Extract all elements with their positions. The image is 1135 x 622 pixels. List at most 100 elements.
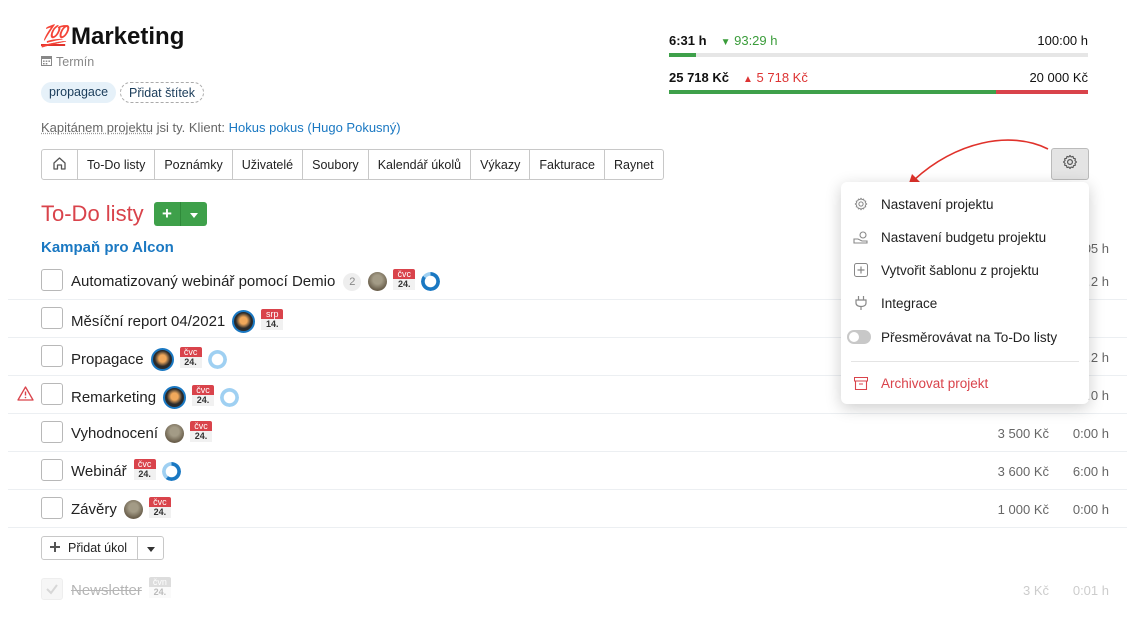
task-name: Měsíční report 04/2021 srp 14. (71, 308, 286, 333)
captain-label: Kapitánem projektu (41, 120, 154, 135)
money-progress-fill (669, 90, 996, 94)
avatar[interactable] (123, 500, 143, 519)
due-date[interactable]: čvc 24. (393, 268, 416, 291)
money-hand-icon (841, 230, 881, 244)
tab-reports[interactable]: Výkazy (471, 150, 531, 179)
plus-icon (50, 541, 60, 555)
avatar[interactable] (150, 348, 174, 371)
time-remaining: ▼ 93:29 h (720, 33, 778, 48)
deadline[interactable]: Termín (41, 55, 94, 69)
tab-notes[interactable]: Poznámky (155, 150, 233, 179)
task-checkbox[interactable] (41, 497, 63, 519)
menu-label: Nastavení projektu (881, 196, 994, 212)
task-checkbox[interactable] (41, 383, 63, 405)
avatar[interactable] (163, 386, 187, 409)
add-task-dropdown[interactable] (138, 537, 163, 559)
task-row[interactable]: Závěry čvc 24. 1 000 Kč 0:00 h (0, 490, 1135, 528)
plug-icon (841, 296, 881, 310)
client-link[interactable]: Hokus pokus (Hugo Pokusný) (229, 120, 401, 135)
task-name: Webinář čvc 24. (71, 458, 184, 481)
tab-invoicing[interactable]: Fakturace (530, 150, 605, 179)
due-date: čvn 24. (148, 577, 171, 599)
task-hours: 0:00 h (1072, 426, 1109, 441)
row-divider (8, 527, 1127, 528)
add-list-split-button: + (154, 202, 207, 226)
task-amount: 3 Kč (1022, 583, 1049, 598)
due-date[interactable]: srp 14. (261, 308, 284, 331)
due-date[interactable]: čvc 24. (179, 346, 202, 369)
time-total: 100:00 h (1037, 33, 1088, 48)
tab-raynet[interactable]: Raynet (605, 150, 663, 179)
menu-integrations[interactable]: Integrace (841, 288, 1089, 318)
warning-icon (17, 386, 34, 406)
section-title: To-Do listy (41, 201, 144, 226)
tab-todo-lists[interactable]: To-Do listy (78, 150, 156, 179)
captain-rest: jsi ty. Klient: (153, 120, 229, 135)
task-row[interactable]: Vyhodnocení čvc 24. 3 500 Kč 0:00 h (0, 414, 1135, 452)
task-name: Newsletter čvn 24. (71, 577, 174, 599)
tab-home[interactable] (42, 150, 78, 179)
task-hours: 0:00 h (1072, 502, 1109, 517)
money-overrun-fill (995, 90, 1088, 94)
task-checkbox[interactable] (41, 269, 63, 291)
task-checkbox[interactable] (41, 459, 63, 481)
triangle-down-icon: ▼ (720, 37, 731, 48)
menu-redirect-toggle[interactable]: Přesměrovávat na To-Do listy (841, 322, 1089, 352)
toggle-icon[interactable] (847, 330, 871, 344)
comment-count-badge[interactable]: 2 (343, 272, 362, 291)
tab-task-calendar[interactable]: Kalendář úkolů (369, 150, 472, 179)
task-name: Závěry čvc 24. (71, 496, 174, 519)
add-list-button[interactable]: + (154, 202, 181, 226)
tag-propagace[interactable]: propagace (41, 82, 117, 103)
avatar[interactable] (232, 310, 256, 333)
task-checkbox[interactable] (41, 307, 63, 329)
project-tabs: To-Do listy Poznámky Uživatelé Soubory K… (41, 149, 664, 180)
triangle-up-icon: ▲ (743, 74, 753, 85)
plus-square-icon (841, 263, 881, 277)
task-row[interactable]: Webinář čvc 24. 3 600 Kč 6:00 h (0, 452, 1135, 490)
task-checkbox[interactable] (41, 421, 63, 443)
task-hours: 6:00 h (1072, 464, 1109, 479)
due-date[interactable]: čvc 24. (148, 496, 171, 519)
archive-icon (841, 376, 881, 390)
completed-task-row[interactable]: Newsletter čvn 24. 3 Kč 0:01 h (0, 571, 1135, 609)
add-task-button[interactable]: Přidat úkol (42, 537, 139, 559)
page-title: Marketing (71, 23, 185, 50)
menu-budget-settings[interactable]: Nastavení budgetu projektu (841, 222, 1089, 252)
add-list-dropdown[interactable] (181, 202, 207, 226)
avatar[interactable] (368, 272, 388, 291)
menu-create-template[interactable]: Vytvořit šablonu z projektu (841, 255, 1089, 285)
menu-label: Nastavení budgetu projektu (881, 229, 1047, 245)
menu-label: Integrace (881, 295, 938, 311)
progress-ring (421, 272, 441, 291)
add-task-split-button: Přidat úkol (41, 536, 165, 560)
project-settings-button[interactable] (1051, 148, 1089, 180)
task-name: Remarketing čvc 24. (71, 384, 242, 409)
task-amount: 3 500 Kč (997, 426, 1049, 441)
avatar[interactable] (165, 424, 185, 443)
add-task-label: Přidat úkol (68, 541, 128, 555)
menu-archive-project[interactable]: Archivovat projekt (841, 368, 1089, 398)
menu-project-settings[interactable]: Nastavení projektu (841, 189, 1089, 219)
task-hours: 0:01 h (1072, 583, 1109, 598)
tab-files[interactable]: Soubory (303, 150, 369, 179)
budget-summary: 6:31 h ▼ 93:29 h 100:00 h 25 718 Kč ▲ 5 … (669, 33, 1088, 94)
task-checkbox[interactable] (41, 345, 63, 367)
menu-label: Přesměrovávat na To-Do listy (881, 329, 1058, 345)
progress-ring (207, 350, 227, 369)
money-progress-bar (669, 90, 1088, 94)
time-progress-bar (669, 53, 1088, 57)
project-settings-menu: Nastavení projektu Nastavení budgetu pro… (841, 182, 1089, 404)
money-total: 20 000 Kč (1029, 70, 1088, 85)
todo-list-title[interactable]: Kampaň pro Alcon (41, 239, 174, 256)
caret-down-icon (146, 541, 155, 555)
tab-users[interactable]: Uživatelé (233, 150, 304, 179)
caret-down-icon (190, 205, 198, 223)
task-amount: 1 000 Kč (997, 502, 1049, 517)
home-icon (52, 156, 67, 174)
task-checkbox-checked[interactable] (41, 578, 63, 600)
due-date[interactable]: čvc 24. (133, 458, 156, 481)
due-date[interactable]: čvc 24. (192, 384, 215, 407)
add-tag-button[interactable]: Přidat štítek (120, 82, 204, 103)
due-date[interactable]: čvc 24. (190, 420, 213, 443)
